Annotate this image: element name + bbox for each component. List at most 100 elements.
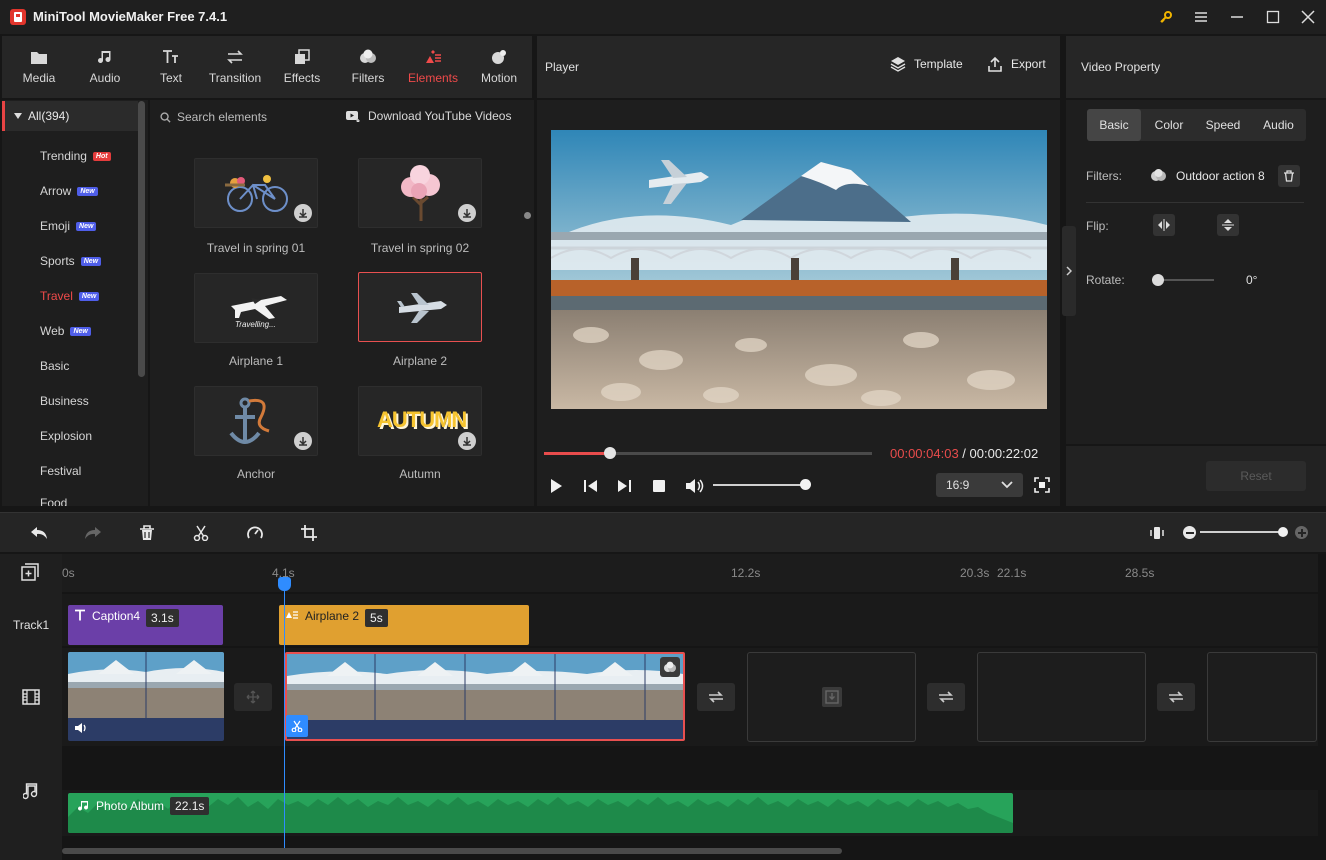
minimize-icon[interactable]	[1226, 7, 1248, 27]
speed-button[interactable]	[244, 522, 266, 544]
caption-clip[interactable]: Caption4 3.1s	[68, 605, 223, 645]
download-icon[interactable]	[294, 204, 312, 222]
category-sports[interactable]: Sports New	[40, 251, 102, 271]
download-icon[interactable]	[294, 432, 312, 450]
element-travel-in-spring-02[interactable]	[358, 158, 482, 228]
crop-button[interactable]	[298, 522, 320, 544]
playhead-handle[interactable]	[278, 577, 291, 591]
category-scrollbar[interactable]	[138, 101, 145, 377]
download-icon[interactable]	[458, 432, 476, 450]
elements-icon	[286, 611, 298, 619]
rotate-track[interactable]	[1156, 279, 1214, 281]
undo-button[interactable]	[28, 522, 50, 544]
flip-vertical-button[interactable]	[1217, 214, 1239, 236]
element-clip[interactable]: Airplane 2 5s	[279, 605, 529, 645]
tab-motion[interactable]: Motion	[466, 36, 532, 98]
panel-resize-handle[interactable]	[524, 212, 531, 219]
category-business[interactable]: Business	[40, 391, 89, 411]
next-frame-button[interactable]	[616, 478, 632, 494]
category-arrow[interactable]: Arrow New	[40, 181, 98, 201]
split-button[interactable]	[190, 522, 212, 544]
play-button[interactable]	[548, 478, 564, 494]
thumb-caption: Travelling...	[235, 320, 276, 329]
menu-icon[interactable]	[1190, 7, 1212, 27]
tab-effects[interactable]: Effects	[269, 36, 335, 98]
zoom-in-button[interactable]	[1295, 526, 1308, 539]
volume-handle[interactable]	[800, 479, 811, 490]
ruler-label: 20.3s	[960, 566, 990, 580]
transition-slot[interactable]	[697, 683, 735, 711]
maximize-icon[interactable]	[1262, 7, 1284, 27]
reset-button[interactable]: Reset	[1206, 461, 1306, 491]
category-travel[interactable]: Travel New	[40, 286, 100, 306]
tab-elements[interactable]: Elements	[400, 36, 466, 98]
progress-handle[interactable]	[603, 447, 616, 459]
trash-icon	[140, 525, 154, 540]
download-youtube-button[interactable]: Download YouTube Videos	[346, 106, 511, 126]
video-clip-1[interactable]	[68, 652, 224, 741]
fullscreen-button[interactable]	[1034, 477, 1050, 493]
split-marker[interactable]	[286, 715, 308, 737]
zoom-handle[interactable]	[1278, 527, 1288, 537]
move-handle[interactable]	[234, 683, 272, 711]
tab-basic[interactable]: Basic	[1087, 109, 1141, 141]
video-preview[interactable]	[551, 130, 1047, 409]
close-icon[interactable]	[1297, 7, 1319, 27]
zoom-track[interactable]	[1200, 531, 1284, 533]
element-airplane-2[interactable]	[358, 272, 482, 342]
rotate-handle[interactable]	[1152, 274, 1164, 286]
category-festival[interactable]: Festival	[40, 461, 81, 481]
video-clip-2[interactable]	[285, 652, 685, 741]
flip-horizontal-button[interactable]	[1153, 214, 1175, 236]
category-explosion[interactable]: Explosion	[40, 426, 92, 446]
previous-frame-button[interactable]	[583, 478, 599, 494]
element-autumn[interactable]: AUTUMN	[358, 386, 482, 456]
tab-color[interactable]: Color	[1143, 109, 1195, 141]
category-trending[interactable]: Trending Hot	[40, 146, 111, 166]
category-basic[interactable]: Basic	[40, 356, 69, 376]
transition-slot[interactable]	[927, 683, 965, 711]
empty-clip-slot[interactable]	[977, 652, 1146, 742]
empty-clip-slot[interactable]	[1207, 652, 1317, 742]
delete-filter-button[interactable]	[1278, 165, 1300, 187]
template-button[interactable]: Template	[890, 56, 963, 72]
tab-text[interactable]: Text	[138, 36, 204, 98]
aspect-ratio-select[interactable]: 16:9	[936, 473, 1023, 497]
volume-track[interactable]	[713, 484, 805, 486]
category-emoji[interactable]: Emoji New	[40, 216, 97, 236]
tab-audio[interactable]: Audio	[72, 36, 138, 98]
key-icon[interactable]	[1155, 7, 1177, 27]
zoom-out-button[interactable]	[1183, 526, 1196, 539]
transition-slot[interactable]	[1157, 683, 1195, 711]
export-icon	[988, 56, 1002, 72]
timeline-scrollbar[interactable]	[62, 848, 842, 854]
playhead-line[interactable]	[284, 580, 285, 848]
tab-speed[interactable]: Speed	[1197, 109, 1249, 141]
empty-clip-slot[interactable]	[747, 652, 916, 742]
download-icon[interactable]	[458, 204, 476, 222]
category-web[interactable]: Web New	[40, 321, 91, 341]
element-airplane-1[interactable]: Travelling...	[194, 273, 318, 343]
volume-icon[interactable]	[684, 477, 704, 495]
element-travel-in-spring-01[interactable]	[194, 158, 318, 228]
stop-button[interactable]	[651, 478, 667, 494]
tab-media[interactable]: Media	[6, 36, 72, 98]
tab-filters[interactable]: Filters	[335, 36, 401, 98]
minus-icon	[1185, 531, 1194, 534]
category-all[interactable]: All(394)	[2, 101, 138, 131]
export-button[interactable]: Export	[987, 56, 1046, 72]
element-anchor[interactable]	[194, 386, 318, 456]
transition-icon	[939, 691, 953, 703]
tab-audio[interactable]: Audio	[1251, 109, 1306, 141]
redo-button[interactable]	[82, 522, 104, 544]
player-header: Player Template Export	[537, 36, 1060, 98]
tab-transition[interactable]: Transition	[202, 36, 268, 98]
category-food[interactable]: Food	[40, 496, 67, 506]
add-track-button[interactable]	[21, 563, 39, 581]
fit-timeline-button[interactable]	[1146, 522, 1168, 544]
search-input[interactable]: Search elements	[160, 106, 330, 128]
delete-button[interactable]	[136, 522, 158, 544]
audio-clip[interactable]: Photo Album 22.1s	[68, 793, 1013, 833]
collapse-panel-button[interactable]	[1062, 226, 1076, 316]
speaker-icon[interactable]	[74, 722, 88, 734]
